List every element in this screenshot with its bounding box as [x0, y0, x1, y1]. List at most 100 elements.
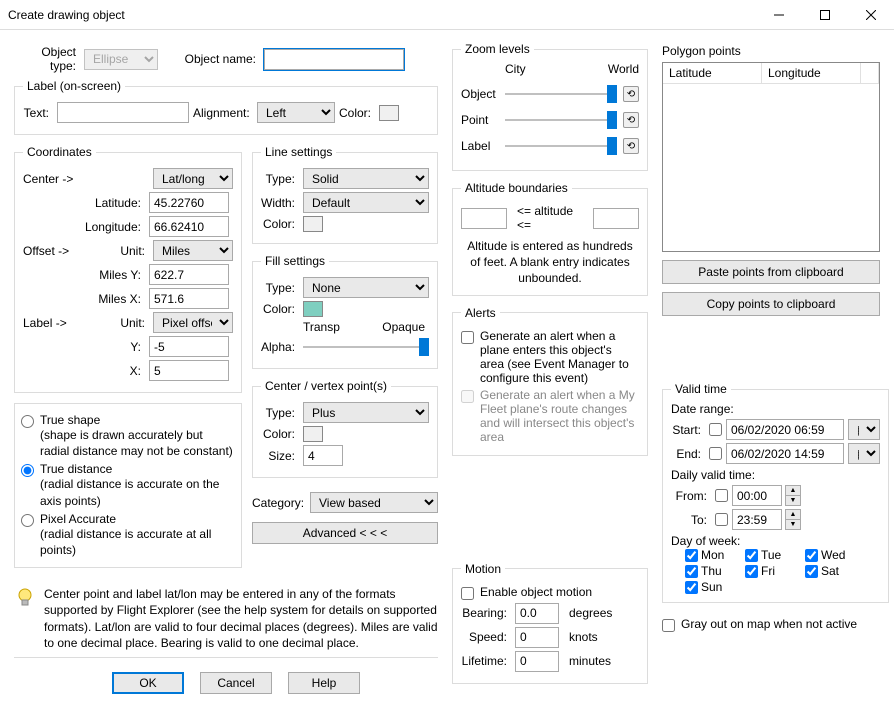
label-x-label: X: — [23, 364, 145, 378]
end-enable-checkbox[interactable] — [709, 447, 722, 460]
bearing-input[interactable] — [515, 603, 559, 624]
shape-options-group: True shape(shape is drawn accurately but… — [14, 403, 242, 568]
zoom-label-reset[interactable]: ⟲ — [623, 138, 639, 154]
window-title: Create drawing object — [8, 8, 756, 22]
pixel-accurate-radio[interactable] — [21, 514, 34, 527]
alignment-select[interactable]: Left — [257, 102, 335, 123]
tue-checkbox[interactable] — [745, 549, 758, 562]
label-y-input[interactable] — [149, 336, 229, 357]
paste-points-button[interactable]: Paste points from clipboard — [662, 260, 880, 284]
thu-checkbox[interactable] — [685, 565, 698, 578]
alert-enter-checkbox[interactable] — [461, 331, 474, 344]
start-enable-checkbox[interactable] — [709, 423, 722, 436]
close-button[interactable] — [848, 0, 894, 30]
line-color-picker[interactable] — [303, 216, 323, 232]
offset-unit-label: Unit: — [87, 244, 149, 258]
longitude-label: Longitude: — [23, 220, 145, 234]
mon-checkbox[interactable] — [685, 549, 698, 562]
line-type-select[interactable]: Solid — [303, 168, 429, 189]
label-group: Label (on-screen) Text: Alignment: Left … — [14, 79, 438, 135]
offset-arrow-label: Offset -> — [23, 244, 83, 258]
fri-checkbox[interactable] — [745, 565, 758, 578]
label-y-label: Y: — [23, 340, 145, 354]
copy-points-button[interactable]: Copy points to clipboard — [662, 292, 880, 316]
label-arrow: Label -> — [23, 316, 83, 330]
alignment-label: Alignment: — [193, 106, 253, 120]
object-type-select[interactable]: Ellipse — [84, 49, 158, 70]
true-shape-radio[interactable] — [21, 415, 34, 428]
to-time-input[interactable] — [732, 509, 782, 530]
wed-checkbox[interactable] — [805, 549, 818, 562]
sun-checkbox[interactable] — [685, 581, 698, 594]
vertex-size-input[interactable] — [303, 445, 343, 466]
motion-group: Motion Enable object motion Bearing:degr… — [452, 562, 648, 684]
miles-x-input[interactable] — [149, 288, 229, 309]
lifetime-input[interactable] — [515, 651, 559, 672]
center-arrow-label: Center -> — [23, 172, 83, 186]
zoom-label-slider[interactable] — [505, 136, 617, 156]
object-type-label: Object type: — [14, 45, 80, 73]
zoom-point-reset[interactable]: ⟲ — [623, 112, 639, 128]
end-datetime-input[interactable] — [726, 443, 844, 464]
from-time-input[interactable] — [732, 485, 782, 506]
label-unit-label: Unit: — [87, 316, 149, 330]
object-name-input[interactable] — [264, 49, 404, 70]
zoom-levels-group: Zoom levels CityWorld Object⟲ Point⟲ Lab… — [452, 42, 648, 171]
latitude-input[interactable] — [149, 192, 229, 213]
miles-x-label: Miles X: — [23, 292, 145, 306]
fill-settings-group: Fill settings Type:None Color: TranspOpa… — [252, 254, 438, 369]
start-datetime-input[interactable] — [726, 419, 844, 440]
coordinates-group: Coordinates Center -> Lat/long Latitude:… — [14, 145, 242, 393]
true-distance-radio[interactable] — [21, 464, 34, 477]
lon-column-header[interactable]: Longitude — [762, 63, 861, 83]
advanced-button[interactable]: Advanced < < < — [252, 522, 438, 544]
center-vertex-group: Center / vertex point(s) Type:Plus Color… — [252, 379, 438, 478]
vertex-color-picker[interactable] — [303, 426, 323, 442]
end-datetime-picker[interactable]: ▦▾ — [848, 443, 880, 464]
lat-column-header[interactable]: Latitude — [663, 63, 762, 83]
from-enable-checkbox[interactable] — [715, 489, 728, 502]
altitude-high-input[interactable] — [593, 208, 639, 229]
cancel-button[interactable]: Cancel — [200, 672, 272, 694]
titlebar: Create drawing object — [0, 0, 894, 30]
offset-unit-select[interactable]: Miles — [153, 240, 233, 261]
speed-input[interactable] — [515, 627, 559, 648]
zoom-point-slider[interactable] — [505, 110, 617, 130]
label-color-label: Color: — [339, 106, 375, 120]
fill-color-picker[interactable] — [303, 301, 323, 317]
label-text-label: Text: — [23, 106, 53, 120]
ok-button[interactable]: OK — [112, 672, 184, 694]
line-settings-group: Line settings Type:Solid Width:Default C… — [252, 145, 438, 244]
center-mode-select[interactable]: Lat/long — [153, 168, 233, 189]
category-select[interactable]: View based — [310, 492, 438, 513]
latitude-label: Latitude: — [23, 196, 145, 210]
zoom-object-slider[interactable] — [505, 84, 617, 104]
zoom-object-reset[interactable]: ⟲ — [623, 86, 639, 102]
alerts-group: Alerts Generate an alert when a plane en… — [452, 306, 648, 456]
line-width-select[interactable]: Default — [303, 192, 429, 213]
vertex-type-select[interactable]: Plus — [303, 402, 429, 423]
help-button[interactable]: Help — [288, 672, 360, 694]
maximize-button[interactable] — [802, 0, 848, 30]
sat-checkbox[interactable] — [805, 565, 818, 578]
label-color-picker[interactable] — [379, 105, 399, 121]
fill-type-select[interactable]: None — [303, 277, 429, 298]
enable-motion-checkbox[interactable] — [461, 587, 474, 600]
miles-y-label: Miles Y: — [23, 268, 145, 282]
to-spinner[interactable]: ▲▼ — [785, 509, 801, 530]
label-text-input[interactable] — [57, 102, 189, 123]
start-datetime-picker[interactable]: ▦▾ — [848, 419, 880, 440]
polygon-table[interactable]: Latitude Longitude — [662, 62, 880, 252]
longitude-input[interactable] — [149, 216, 229, 237]
from-spinner[interactable]: ▲▼ — [785, 485, 801, 506]
label-x-input[interactable] — [149, 360, 229, 381]
gray-out-checkbox[interactable] — [662, 619, 675, 632]
lightbulb-icon — [14, 586, 36, 608]
miles-y-input[interactable] — [149, 264, 229, 285]
alpha-slider[interactable] — [303, 337, 429, 357]
altitude-low-input[interactable] — [461, 208, 507, 229]
label-unit-select[interactable]: Pixel offset — [153, 312, 233, 333]
help-note: Center point and label lat/lon may be en… — [44, 586, 438, 651]
to-enable-checkbox[interactable] — [715, 513, 728, 526]
minimize-button[interactable] — [756, 0, 802, 30]
